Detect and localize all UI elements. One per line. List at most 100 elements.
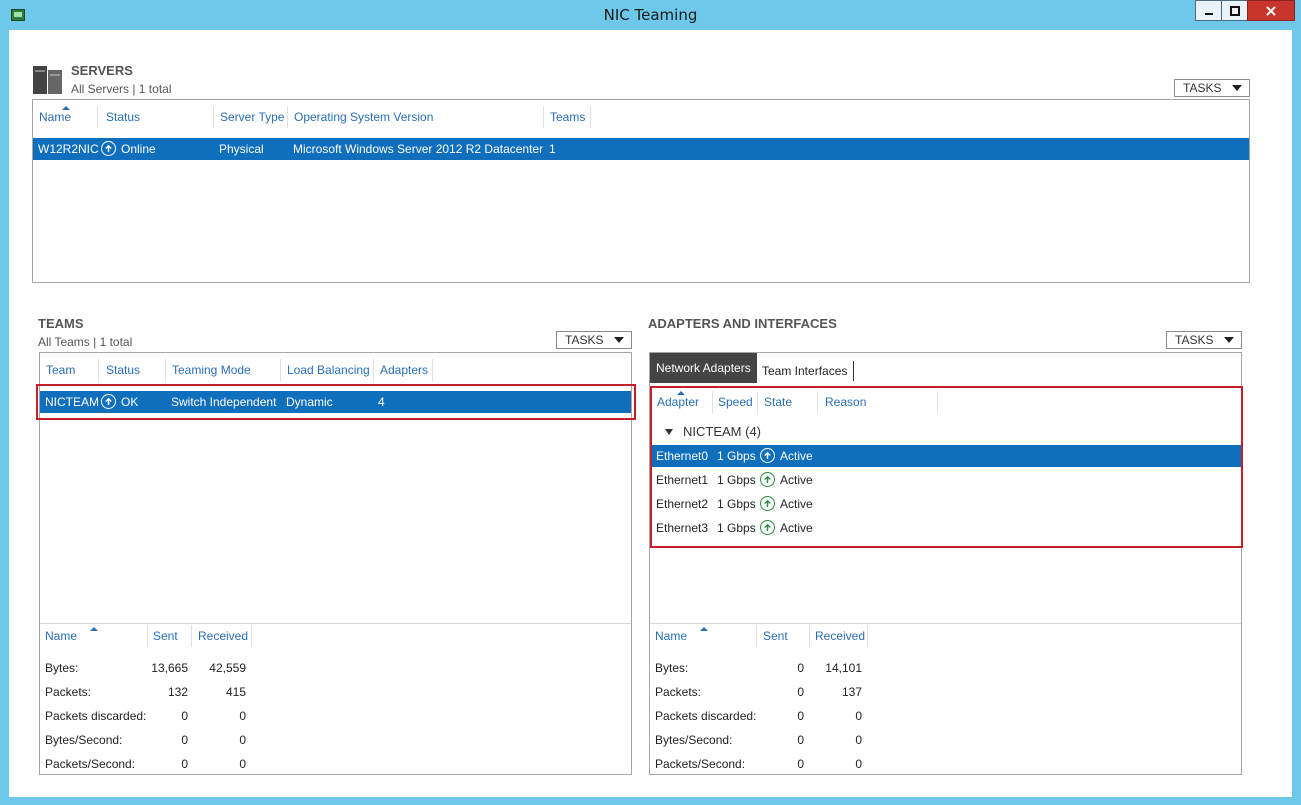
- divider: [650, 623, 1241, 624]
- stats-col-received[interactable]: Received: [198, 629, 248, 643]
- stat-received: 0: [855, 709, 862, 723]
- divider: [40, 623, 631, 624]
- col-header-teams[interactable]: Teams: [550, 110, 585, 124]
- column-separator: [867, 625, 868, 647]
- column-separator: [756, 625, 757, 647]
- stat-label: Packets:: [655, 685, 702, 699]
- server-row[interactable]: W12R2NIC Online Physical Microsoft Windo…: [33, 138, 1249, 160]
- stat-received: 0: [855, 733, 862, 747]
- teams-subtitle: All Teams | 1 total: [38, 335, 133, 349]
- server-teams: 1: [549, 142, 556, 156]
- server-icon: [33, 66, 62, 94]
- server-type: Physical: [219, 142, 264, 156]
- chevron-down-icon: [614, 337, 624, 343]
- column-separator: [287, 106, 288, 128]
- sort-ascending-icon: [90, 627, 98, 631]
- col-header-adapters[interactable]: Adapters: [380, 363, 428, 377]
- tasks-label: TASKS: [565, 333, 604, 347]
- stat-received: 0: [239, 709, 246, 723]
- col-header-status[interactable]: Status: [106, 363, 140, 377]
- window-controls: [1195, 0, 1295, 21]
- sort-ascending-icon: [700, 627, 708, 631]
- stat-sent: 13,665: [151, 661, 188, 675]
- stat-received: 14,101: [825, 661, 862, 675]
- stat-label: Bytes/Second:: [655, 733, 733, 747]
- stat-label: Packets discarded:: [655, 709, 757, 723]
- stat-sent: 0: [797, 733, 804, 747]
- tasks-label: TASKS: [1175, 333, 1214, 347]
- stats-col-name[interactable]: Name: [655, 629, 687, 643]
- stat-label: Bytes:: [45, 661, 79, 675]
- stats-col-sent[interactable]: Sent: [763, 629, 788, 643]
- column-separator: [147, 625, 148, 647]
- window-title: NIC Teaming: [603, 6, 698, 24]
- stat-sent: 0: [181, 733, 188, 747]
- adapters-tasks-button[interactable]: TASKS: [1166, 331, 1242, 349]
- stats-col-name[interactable]: Name: [45, 629, 77, 643]
- stat-received: 415: [225, 685, 246, 699]
- stat-sent: 0: [181, 757, 188, 771]
- minimize-button[interactable]: [1195, 0, 1222, 21]
- column-separator: [191, 625, 192, 647]
- col-header-load-balancing[interactable]: Load Balancing: [287, 363, 370, 377]
- stat-sent: 0: [181, 709, 188, 723]
- column-separator: [432, 359, 433, 381]
- column-separator: [280, 359, 281, 381]
- chevron-down-icon: [1224, 337, 1234, 343]
- close-button[interactable]: [1247, 0, 1295, 21]
- stat-label: Packets/Second:: [655, 757, 746, 771]
- server-status: Online: [121, 142, 156, 156]
- maximize-icon: [1229, 5, 1240, 16]
- column-separator: [97, 106, 98, 128]
- stat-received: 0: [855, 757, 862, 771]
- adapters-title: ADAPTERS AND INTERFACES: [648, 316, 837, 331]
- col-header-name[interactable]: Name: [39, 110, 71, 124]
- server-name: W12R2NIC: [38, 142, 99, 156]
- stat-received: 137: [841, 685, 862, 699]
- stat-label: Packets:: [45, 685, 92, 699]
- chevron-down-icon: [1232, 85, 1242, 91]
- tab-team-interfaces[interactable]: Team Interfaces: [756, 361, 855, 381]
- close-icon: [1266, 5, 1276, 16]
- servers-title: SERVERS: [71, 63, 133, 78]
- minimize-icon: [1204, 12, 1213, 15]
- main-client: SERVERS All Servers | 1 total TASKS Name…: [9, 30, 1292, 797]
- highlight-box-team: [36, 384, 636, 420]
- stat-label: Bytes:: [655, 661, 689, 675]
- stat-received: 0: [239, 757, 246, 771]
- servers-panel: Name Status Server Type Operating System…: [32, 99, 1250, 283]
- column-separator: [809, 625, 810, 647]
- tasks-label: TASKS: [1183, 81, 1222, 95]
- stat-sent: 132: [167, 685, 188, 699]
- stat-sent: 0: [797, 661, 804, 675]
- server-os: Microsoft Windows Server 2012 R2 Datacen…: [293, 142, 544, 156]
- highlight-box-adapters: [650, 386, 1243, 548]
- status-up-icon: [101, 141, 116, 156]
- stat-sent: 0: [797, 709, 804, 723]
- col-header-os-version[interactable]: Operating System Version: [294, 110, 433, 124]
- col-header-teaming-mode[interactable]: Teaming Mode: [172, 363, 251, 377]
- teams-tasks-button[interactable]: TASKS: [556, 331, 632, 349]
- stat-sent: 0: [797, 685, 804, 699]
- stat-label: Packets/Second:: [45, 757, 136, 771]
- stat-received: 42,559: [209, 661, 246, 675]
- title-bar[interactable]: NIC Teaming: [0, 0, 1301, 30]
- stats-col-sent[interactable]: Sent: [153, 629, 178, 643]
- tab-network-adapters[interactable]: Network Adapters: [650, 353, 757, 383]
- stat-label: Packets discarded:: [45, 709, 147, 723]
- col-header-team[interactable]: Team: [46, 363, 75, 377]
- col-header-server-type[interactable]: Server Type: [220, 110, 284, 124]
- stat-received: 0: [239, 733, 246, 747]
- stats-col-received[interactable]: Received: [815, 629, 865, 643]
- column-separator: [98, 359, 99, 381]
- column-separator: [251, 625, 252, 647]
- column-separator: [213, 106, 214, 128]
- maximize-button[interactable]: [1221, 0, 1248, 21]
- stat-sent: 0: [797, 757, 804, 771]
- servers-tasks-button[interactable]: TASKS: [1174, 79, 1250, 97]
- column-separator: [373, 359, 374, 381]
- stat-label: Bytes/Second:: [45, 733, 123, 747]
- col-header-status[interactable]: Status: [106, 110, 140, 124]
- column-separator: [165, 359, 166, 381]
- servers-subtitle: All Servers | 1 total: [71, 82, 172, 96]
